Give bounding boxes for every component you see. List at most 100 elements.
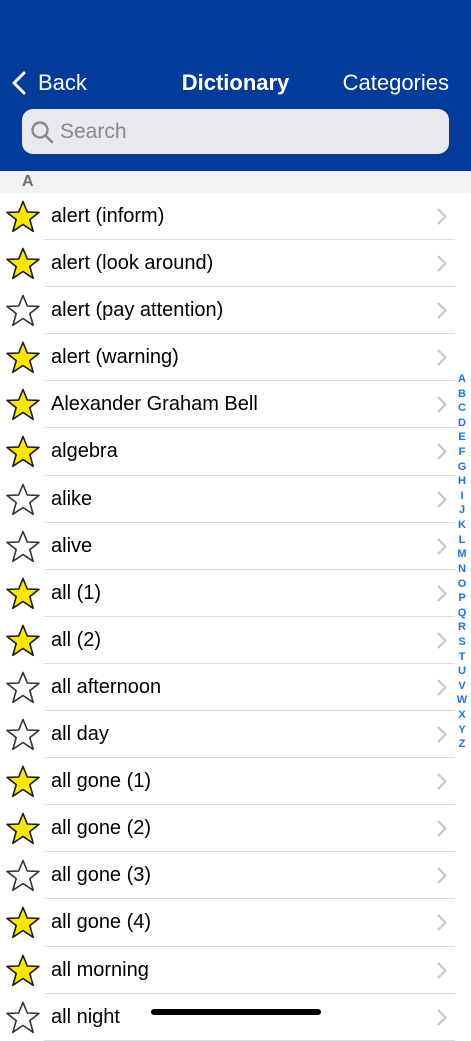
- index-letter[interactable]: T: [459, 650, 466, 665]
- index-letter[interactable]: A: [458, 372, 466, 387]
- alphabet-index[interactable]: ABCDEFGHIJKLMNOPQRSTUVWXYZ: [455, 372, 469, 752]
- entry-label: alive: [51, 534, 93, 557]
- index-letter[interactable]: Q: [458, 606, 467, 621]
- entry-label: all gone (3): [51, 864, 152, 887]
- entry-label: Alexander Graham Bell: [51, 393, 258, 416]
- search-input[interactable]: [60, 119, 420, 144]
- entry-label: all afternoon: [51, 675, 162, 698]
- index-letter[interactable]: U: [458, 664, 466, 679]
- list-item[interactable]: alert (look around): [0, 240, 471, 288]
- index-letter[interactable]: X: [458, 708, 465, 723]
- star-filled-icon[interactable]: [6, 577, 40, 610]
- home-indicator: [151, 1009, 321, 1015]
- list-item[interactable]: all (1): [0, 570, 471, 617]
- back-button[interactable]: Back: [12, 64, 87, 102]
- star-outline-icon[interactable]: [6, 671, 40, 704]
- entry-label: alike: [51, 487, 93, 510]
- list-item[interactable]: all gone (4): [0, 899, 471, 947]
- chevron-right-icon: [437, 208, 447, 225]
- list-item[interactable]: alert (pay attention): [0, 287, 471, 335]
- chevron-right-icon: [437, 1009, 447, 1026]
- index-letter[interactable]: P: [458, 591, 465, 606]
- entry-label: all gone (4): [51, 911, 152, 934]
- star-outline-icon[interactable]: [6, 1001, 40, 1034]
- star-outline-icon[interactable]: [6, 294, 40, 327]
- list-item[interactable]: all day: [0, 711, 471, 759]
- entry-label: all (1): [51, 581, 102, 604]
- back-button-label: Back: [38, 70, 87, 95]
- chevron-right-icon: [437, 396, 447, 413]
- chevron-right-icon: [437, 867, 447, 884]
- star-outline-icon[interactable]: [6, 483, 40, 516]
- entry-label: all night: [51, 1005, 120, 1028]
- index-letter[interactable]: J: [459, 503, 465, 518]
- star-filled-icon[interactable]: [6, 765, 40, 798]
- chevron-right-icon: [437, 538, 447, 555]
- list-item[interactable]: alive: [0, 523, 471, 570]
- entry-label: alert (pay attention): [51, 299, 224, 322]
- list-item[interactable]: Alexander Graham Bell: [0, 381, 471, 429]
- chevron-left-icon: [12, 71, 26, 95]
- chevron-right-icon: [437, 962, 447, 978]
- index-letter[interactable]: F: [459, 445, 466, 460]
- search-bar[interactable]: [22, 109, 449, 154]
- index-letter[interactable]: R: [458, 620, 466, 635]
- index-letter[interactable]: S: [458, 635, 465, 650]
- chevron-right-icon: [437, 820, 447, 837]
- entry-label: alert (warning): [51, 346, 179, 369]
- index-letter[interactable]: Y: [458, 723, 465, 738]
- star-filled-icon[interactable]: [6, 388, 40, 421]
- entry-label: all morning: [51, 958, 149, 981]
- star-filled-icon[interactable]: [6, 247, 40, 280]
- list-item[interactable]: all gone (3): [0, 852, 471, 900]
- navigation-header: Back Dictionary Categories: [0, 0, 471, 171]
- chevron-right-icon: [437, 726, 447, 743]
- star-filled-icon[interactable]: [6, 954, 40, 987]
- chevron-right-icon: [437, 914, 447, 931]
- list-item[interactable]: all afternoon: [0, 664, 471, 712]
- list-item[interactable]: alike: [0, 476, 471, 523]
- search-icon: [31, 120, 54, 143]
- index-letter[interactable]: K: [458, 518, 466, 533]
- index-letter[interactable]: G: [458, 460, 467, 475]
- categories-button[interactable]: Categories: [343, 64, 449, 102]
- list-item[interactable]: all night: [0, 994, 471, 1041]
- list-item[interactable]: algebra: [0, 428, 471, 476]
- list-item[interactable]: alert (warning): [0, 334, 471, 382]
- index-letter[interactable]: C: [458, 401, 466, 416]
- index-letter[interactable]: N: [458, 562, 466, 577]
- list-item[interactable]: all gone (2): [0, 805, 471, 853]
- star-outline-icon[interactable]: [6, 530, 40, 563]
- index-letter[interactable]: V: [458, 679, 465, 694]
- index-letter[interactable]: B: [458, 387, 466, 402]
- entry-label: all (2): [51, 628, 102, 651]
- star-filled-icon[interactable]: [6, 200, 40, 233]
- index-letter[interactable]: H: [458, 474, 466, 489]
- list-item[interactable]: alert (inform): [0, 193, 471, 241]
- index-letter[interactable]: M: [457, 547, 466, 562]
- entry-label: alert (inform): [51, 205, 165, 227]
- star-filled-icon[interactable]: [6, 624, 40, 657]
- star-filled-icon[interactable]: [6, 906, 40, 939]
- index-letter[interactable]: W: [457, 693, 467, 708]
- star-filled-icon[interactable]: [6, 341, 40, 374]
- index-letter[interactable]: E: [458, 430, 465, 445]
- star-filled-icon[interactable]: [6, 435, 40, 468]
- chevron-right-icon: [437, 679, 447, 696]
- index-letter[interactable]: L: [459, 533, 466, 548]
- chevron-right-icon: [437, 773, 447, 790]
- chevron-right-icon: [437, 255, 447, 272]
- list-item[interactable]: all (2): [0, 617, 471, 665]
- star-filled-icon[interactable]: [6, 812, 40, 845]
- star-outline-icon[interactable]: [6, 718, 40, 751]
- section-header-a: A: [0, 171, 471, 193]
- index-letter[interactable]: I: [460, 489, 463, 504]
- entry-label: algebra: [51, 440, 118, 463]
- index-letter[interactable]: D: [458, 416, 466, 431]
- dictionary-list: alert (inform) alert (look around) alert (…: [0, 193, 471, 1041]
- list-item[interactable]: all morning: [0, 947, 471, 994]
- index-letter[interactable]: Z: [459, 737, 466, 752]
- star-outline-icon[interactable]: [6, 859, 40, 892]
- list-item[interactable]: all gone (1): [0, 758, 471, 806]
- index-letter[interactable]: O: [458, 577, 467, 592]
